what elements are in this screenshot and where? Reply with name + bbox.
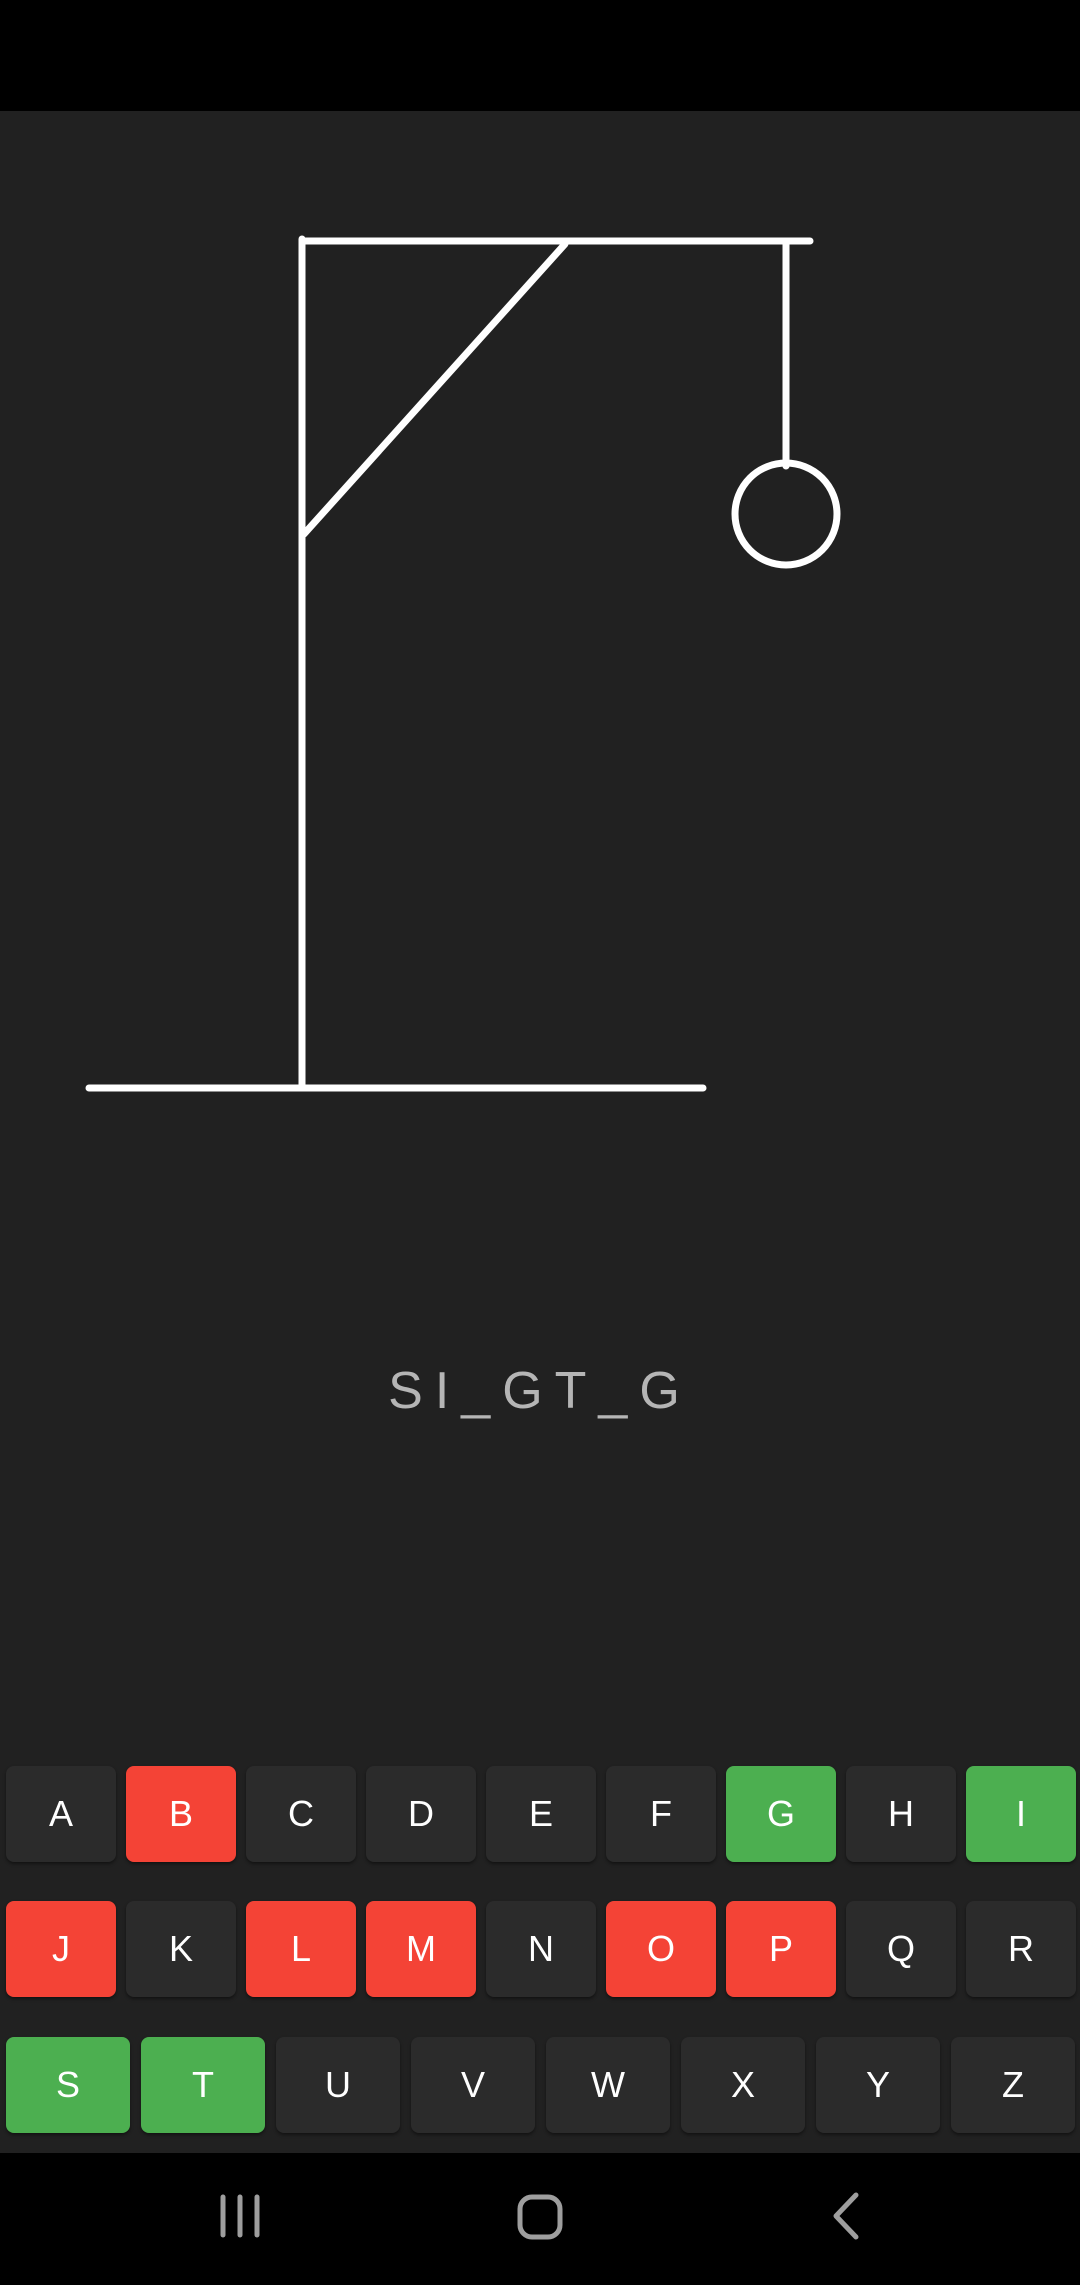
back-icon: [833, 2192, 859, 2240]
key-f[interactable]: F: [606, 1766, 716, 1862]
home-button[interactable]: [480, 2153, 600, 2280]
key-w[interactable]: W: [546, 2037, 670, 2133]
key-d[interactable]: D: [366, 1766, 476, 1862]
back-button[interactable]: [786, 2153, 906, 2280]
key-c[interactable]: C: [246, 1766, 356, 1862]
key-t[interactable]: T: [141, 2037, 265, 2133]
key-b[interactable]: B: [126, 1766, 236, 1862]
hangman-game-screen: SI_GT_G ABCDEFGHI JKLMNOPQR STUVWXYZ: [0, 111, 1080, 2153]
key-h[interactable]: H: [846, 1766, 956, 1862]
key-g[interactable]: G: [726, 1766, 836, 1862]
key-m[interactable]: M: [366, 1901, 476, 1997]
key-z[interactable]: Z: [951, 2037, 1075, 2133]
key-e[interactable]: E: [486, 1766, 596, 1862]
key-o[interactable]: O: [606, 1901, 716, 1997]
gallows-drawing: [85, 235, 841, 1092]
key-q[interactable]: Q: [846, 1901, 956, 1997]
key-i[interactable]: I: [966, 1766, 1076, 1862]
key-a[interactable]: A: [6, 1766, 116, 1862]
key-r[interactable]: R: [966, 1901, 1076, 1997]
key-p[interactable]: P: [726, 1901, 836, 1997]
key-y[interactable]: Y: [816, 2037, 940, 2133]
navigation-bar: [0, 2153, 1080, 2280]
key-j[interactable]: J: [6, 1901, 116, 1997]
key-x[interactable]: X: [681, 2037, 805, 2133]
recent-apps-button[interactable]: [180, 2153, 300, 2280]
home-icon: [517, 2194, 563, 2240]
recent-apps-icon: [220, 2194, 260, 2238]
key-n[interactable]: N: [486, 1901, 596, 1997]
hangman-head: [731, 459, 841, 569]
key-u[interactable]: U: [276, 2037, 400, 2133]
key-k[interactable]: K: [126, 1901, 236, 1997]
key-l[interactable]: L: [246, 1901, 356, 1997]
gallows-brace: [300, 240, 569, 538]
key-s[interactable]: S: [6, 2037, 130, 2133]
key-v[interactable]: V: [411, 2037, 535, 2133]
masked-word: SI_GT_G: [388, 1362, 692, 1420]
status-bar: [0, 0, 1080, 111]
